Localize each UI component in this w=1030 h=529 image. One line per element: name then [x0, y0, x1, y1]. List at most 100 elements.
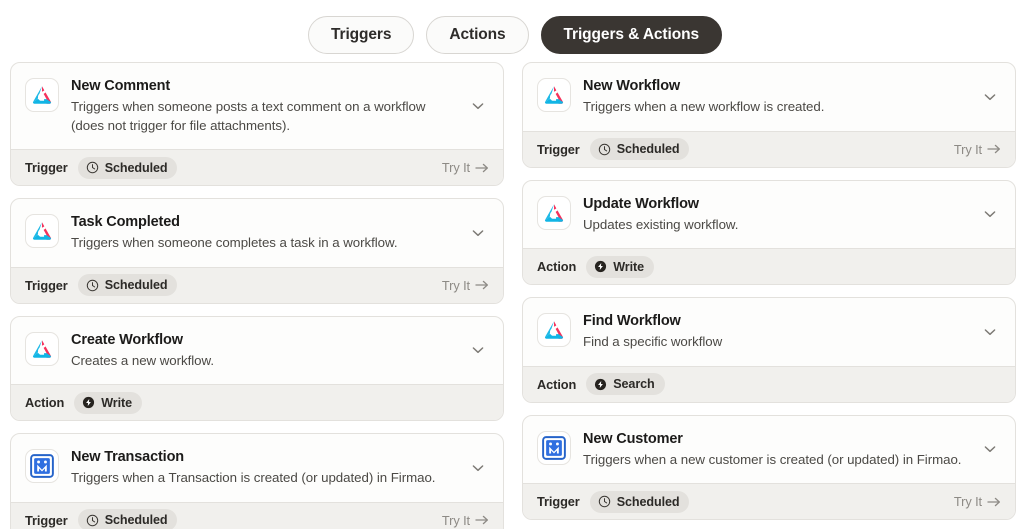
filter-pill-group: Triggers Actions Triggers & Actions: [0, 0, 1030, 58]
card-body: New Comment Triggers when someone posts a…: [11, 63, 503, 149]
card-body: New Customer Triggers when a new customer…: [523, 416, 1015, 484]
left-card-column: New Comment Triggers when someone posts a…: [10, 62, 504, 529]
chevron-down-icon[interactable]: [467, 339, 489, 361]
card-title: Find Workflow: [583, 313, 681, 329]
card-description: Creates a new workflow.: [71, 352, 214, 368]
swirl-triangle-icon-glyph: [544, 321, 564, 339]
status-badge: Scheduled: [77, 274, 178, 296]
card-text: Find Workflow Find a specific workflow: [583, 312, 979, 352]
status-badge-label: Scheduled: [104, 513, 168, 527]
card-footer: Trigger Scheduled Try It: [523, 130, 1015, 167]
chevron-down-icon[interactable]: [467, 457, 489, 479]
card-description: Triggers when a new workflow is created.: [583, 99, 825, 114]
swirl-triangle-icon-glyph: [544, 203, 564, 222]
chevron-down-icon[interactable]: [467, 222, 489, 244]
integration-card[interactable]: Find Workflow Find a specific workflow Ac…: [522, 297, 1016, 403]
arrow-right-icon-glyph: [987, 144, 1000, 154]
card-kind-label: Trigger: [25, 512, 68, 528]
integration-card[interactable]: Task Completed Triggers when someone comp…: [10, 198, 504, 304]
card-body: Create Workflow Creates a new workflow.: [11, 317, 503, 385]
card-body: Task Completed Triggers when someone comp…: [11, 199, 503, 267]
card-description: Triggers when a new customer is created …: [583, 451, 962, 467]
card-kind-label: Action: [25, 395, 65, 410]
status-badge-label: Scheduled: [616, 494, 680, 509]
integration-card[interactable]: New Workflow Triggers when a new workflow…: [522, 62, 1016, 168]
card-kind-label: Action: [537, 376, 577, 392]
firmao-m-icon: [537, 430, 571, 465]
filter-pill-triggers-actions[interactable]: Triggers & Actions: [540, 16, 722, 54]
swirl-triangle-icon: [537, 78, 571, 112]
chevron-down-icon-glyph: [472, 347, 484, 354]
status-badge-label: Write: [101, 395, 132, 410]
swirl-triangle-icon-glyph: [544, 86, 564, 104]
card-text: Update Workflow Updates existing workflow…: [583, 195, 979, 235]
integration-card[interactable]: Update Workflow Updates existing workflow…: [522, 179, 1016, 285]
card-footer: Trigger Scheduled Try It: [523, 483, 1015, 519]
card-body: Update Workflow Updates existing workflow…: [523, 181, 1015, 249]
status-badge-label: Scheduled: [104, 160, 168, 175]
bolt-circle-icon: [594, 260, 607, 273]
arrow-right-icon: [475, 279, 489, 291]
card-kind-label: Trigger: [537, 494, 580, 509]
card-text: Task Completed Triggers when someone comp…: [71, 213, 467, 253]
card-title: New Transaction: [71, 449, 184, 465]
swirl-triangle-icon: [537, 313, 571, 347]
card-footer: Trigger Scheduled Try It: [11, 266, 503, 303]
filter-pill-actions[interactable]: Actions: [426, 16, 529, 54]
swirl-triangle-icon-glyph: [32, 86, 52, 104]
try-it-link[interactable]: Try It: [954, 142, 1001, 157]
try-it-link[interactable]: Try It: [954, 494, 1001, 509]
card-text: New Workflow Triggers when a new workflow…: [583, 77, 979, 117]
chevron-down-icon[interactable]: [979, 438, 1001, 460]
status-badge-label: Write: [613, 259, 644, 274]
card-footer: Action Search: [523, 365, 1015, 402]
card-body: Find Workflow Find a specific workflow: [523, 298, 1015, 366]
card-columns: New Comment Triggers when someone posts a…: [0, 58, 1030, 529]
clock-icon-glyph: [86, 279, 98, 291]
arrow-right-icon: [987, 496, 1001, 508]
status-badge: Scheduled: [77, 509, 178, 529]
swirl-triangle-icon-glyph: [32, 339, 52, 358]
clock-icon: [86, 161, 99, 174]
arrow-right-icon-glyph: [987, 497, 1000, 506]
integration-card[interactable]: New Customer Triggers when a new customer…: [522, 414, 1016, 520]
try-it-label: Try It: [441, 160, 470, 175]
card-body: New Transaction Triggers when a Transacti…: [11, 434, 503, 502]
integration-card[interactable]: Create Workflow Creates a new workflow. A…: [10, 315, 504, 421]
chevron-down-icon[interactable]: [467, 95, 489, 117]
integration-card[interactable]: New Comment Triggers when someone posts a…: [10, 62, 504, 186]
arrow-right-icon: [987, 143, 1001, 155]
chevron-down-icon[interactable]: [979, 203, 1001, 225]
status-badge: Scheduled: [589, 490, 690, 513]
status-badge-label: Scheduled: [616, 142, 680, 156]
chevron-down-icon-glyph: [984, 329, 996, 335]
clock-icon: [598, 143, 611, 156]
swirl-triangle-icon: [537, 195, 571, 230]
chevron-down-icon[interactable]: [979, 86, 1001, 108]
chevron-down-icon[interactable]: [979, 321, 1001, 343]
integration-card[interactable]: New Transaction Triggers when a Transacti…: [10, 433, 504, 529]
filter-pill-triggers[interactable]: Triggers: [308, 16, 415, 54]
firmao-m-icon-glyph: [30, 454, 54, 478]
try-it-link[interactable]: Try It: [442, 278, 489, 293]
card-kind-label: Trigger: [25, 277, 68, 293]
arrow-right-icon: [475, 162, 489, 174]
card-description: Find a specific workflow: [583, 334, 723, 349]
card-title: New Comment: [71, 78, 171, 94]
chevron-down-icon-glyph: [984, 211, 996, 218]
card-title: Create Workflow: [71, 331, 183, 348]
try-it-link[interactable]: Try It: [442, 160, 489, 175]
chevron-down-icon-glyph: [984, 94, 996, 100]
status-badge-label: Scheduled: [104, 278, 168, 292]
card-description: Triggers when someone completes a task i…: [71, 235, 398, 250]
clock-icon-glyph: [86, 161, 98, 174]
chevron-down-icon-glyph: [472, 230, 484, 236]
card-title: New Customer: [583, 430, 683, 447]
clock-icon-glyph: [86, 514, 98, 526]
status-badge: Write: [74, 391, 142, 414]
status-badge: Write: [586, 255, 654, 278]
try-it-label: Try It: [441, 277, 470, 293]
try-it-link[interactable]: Try It: [442, 513, 489, 528]
arrow-right-icon-glyph: [475, 280, 488, 290]
firmao-m-icon-glyph: [542, 435, 566, 460]
